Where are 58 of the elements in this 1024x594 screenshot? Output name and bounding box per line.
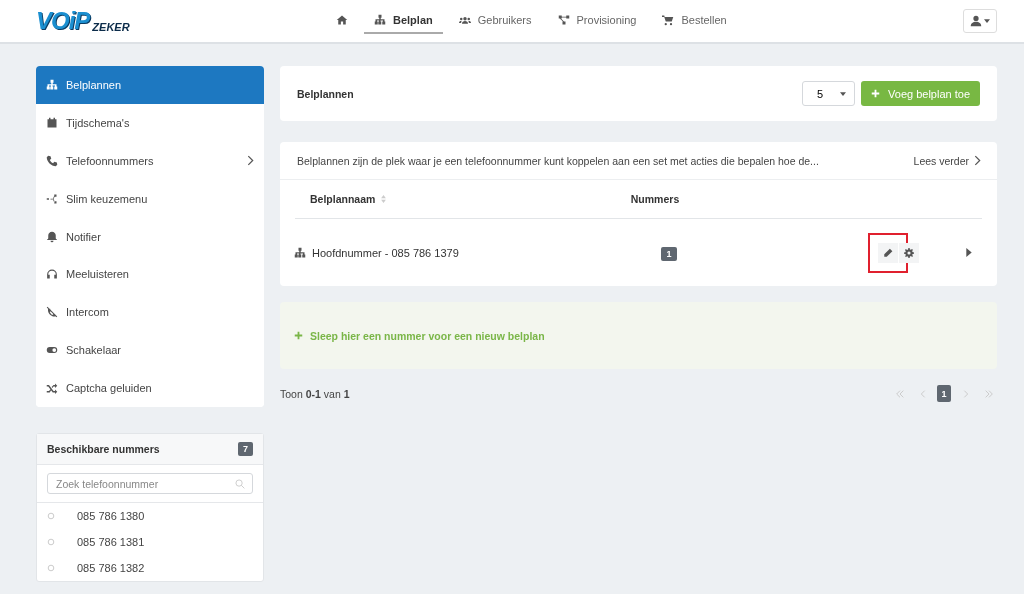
pencil-icon <box>883 247 893 258</box>
nav-tab[interactable]: Provisioning <box>547 8 647 34</box>
panel-title: Beschikbare nummers <box>47 443 160 455</box>
users-icon <box>458 14 471 26</box>
count-badge: 7 <box>238 442 253 456</box>
description-text: Belplannen zijn de plek waar je een telefoonnummer kunt koppelen aan een set met acties die bepalen hoe de... <box>297 154 819 167</box>
plus-icon <box>294 331 303 340</box>
page-size-select[interactable]: 5 <box>802 81 856 106</box>
drag-dot-icon <box>47 564 55 572</box>
section-title: Belplannen <box>297 87 354 100</box>
read-more-link[interactable]: Lees verder <box>913 154 981 167</box>
phone-icon <box>46 154 58 167</box>
drop-zone-text: Sleep hier een nummer voor een nieuw belplan <box>310 329 545 342</box>
cart-icon <box>662 14 675 26</box>
sitemap-icon <box>374 14 386 26</box>
caret-icon <box>984 19 990 23</box>
double-chevron-left-icon <box>894 388 905 399</box>
triangle-right-icon <box>966 248 972 257</box>
sidebar-item[interactable]: Belplannen <box>36 66 264 104</box>
number-item[interactable]: 085 786 1382 <box>37 555 263 581</box>
search-icon <box>235 478 245 489</box>
drag-dot-icon <box>47 538 55 546</box>
number-item[interactable]: 085 786 1381 <box>37 529 263 555</box>
page-button[interactable]: 1 <box>937 385 951 402</box>
settings-icon <box>904 247 914 258</box>
phone-number: 085 786 1380 <box>77 510 145 522</box>
search-field[interactable]: Zoek telefoonnummer <box>47 473 253 494</box>
home-icon <box>336 14 348 26</box>
column-header[interactable]: Belplannaam <box>310 193 376 205</box>
bell-icon <box>46 230 58 243</box>
phone-number: 085 786 1381 <box>77 536 145 548</box>
settings-button[interactable] <box>899 242 919 263</box>
network-icon <box>557 14 570 26</box>
sitemap-icon <box>294 246 306 259</box>
caret-icon <box>840 91 847 96</box>
pagination-summary: Toon 0-1 van 1 <box>280 387 350 400</box>
nav-tab[interactable]: Bestellen <box>652 8 737 34</box>
double-chevron-right-icon <box>983 388 994 399</box>
nav-tab[interactable]: Belplan <box>364 8 443 34</box>
nav-tab[interactable]: Gebruikers <box>448 8 542 34</box>
sitemap-icon <box>46 78 58 91</box>
count-badge: 1 <box>661 246 677 261</box>
column-header: Nummers <box>630 193 680 205</box>
number-item[interactable]: 085 786 1380 <box>37 503 263 529</box>
calendar-icon <box>46 116 58 129</box>
chevron-right-icon <box>974 155 981 166</box>
user-menu-button[interactable] <box>963 9 997 33</box>
headphones-icon <box>46 268 58 281</box>
drag-dot-icon <box>47 512 55 520</box>
branch-icon <box>46 192 58 205</box>
shuffle-icon <box>46 382 58 395</box>
plan-name[interactable]: Hoofdnummer - 085 786 1379 <box>312 246 459 259</box>
plus-icon <box>871 89 881 98</box>
logo-text: VOiP <box>36 9 90 33</box>
user-icon <box>970 15 982 27</box>
phone-number: 085 786 1382 <box>77 562 145 574</box>
edit-button[interactable] <box>878 242 898 263</box>
logo-subtext: ZEKER <box>92 22 130 33</box>
